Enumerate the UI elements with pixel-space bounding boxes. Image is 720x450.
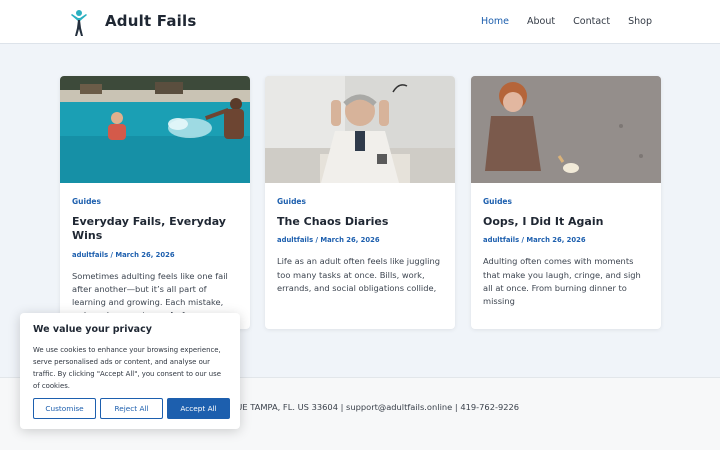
dropped-ice-cream-photo[interactable]	[471, 76, 661, 183]
reject-all-button[interactable]: Reject All	[100, 398, 163, 419]
nav-contact[interactable]: Contact	[573, 16, 610, 27]
post-meta[interactable]: adultfails / March 26, 2026	[72, 251, 238, 259]
post-category[interactable]: Guides	[72, 197, 238, 206]
pool-splash-photo[interactable]	[60, 76, 250, 183]
customise-button[interactable]: Customise	[33, 398, 96, 419]
nav-about[interactable]: About	[527, 16, 555, 27]
post-title[interactable]: The Chaos Diaries	[277, 215, 443, 229]
cookie-buttons: Customise Reject All Accept All	[33, 398, 230, 419]
nav-shop[interactable]: Shop	[628, 16, 652, 27]
post-title[interactable]: Oops, I Did It Again	[483, 215, 649, 229]
main-nav: Home About Contact Shop	[481, 16, 652, 27]
post-title[interactable]: Everyday Fails, Everyday Wins	[72, 215, 238, 244]
accept-all-button[interactable]: Accept All	[167, 398, 230, 419]
post-category[interactable]: Guides	[277, 197, 443, 206]
post-excerpt: Life as an adult often feels like juggli…	[277, 256, 441, 293]
post-excerpt: Adulting often comes with moments that m…	[483, 256, 641, 307]
stressed-man-photo[interactable]	[265, 76, 455, 183]
post-meta[interactable]: adultfails / March 26, 2026	[483, 236, 649, 244]
post-meta[interactable]: adultfails / March 26, 2026	[277, 236, 443, 244]
cookie-text: We use cookies to enhance your browsing …	[33, 346, 221, 391]
leaping-figure-logo[interactable]	[70, 9, 88, 37]
post-category[interactable]: Guides	[483, 197, 649, 206]
site-header: Adult Fails Home About Contact Shop	[0, 0, 720, 44]
post-card[interactable]: Guides Everyday Fails, Everyday Wins adu…	[60, 76, 250, 329]
cookie-title: We value your privacy	[33, 324, 152, 335]
cookie-consent-banner: We value your privacy We use cookies to …	[20, 313, 240, 429]
site-title[interactable]: Adult Fails	[105, 12, 196, 30]
nav-home[interactable]: Home	[481, 16, 509, 27]
post-card[interactable]: Guides The Chaos Diaries adultfails / Ma…	[265, 76, 455, 329]
post-card[interactable]: Guides Oops, I Did It Again adultfails /…	[471, 76, 661, 329]
